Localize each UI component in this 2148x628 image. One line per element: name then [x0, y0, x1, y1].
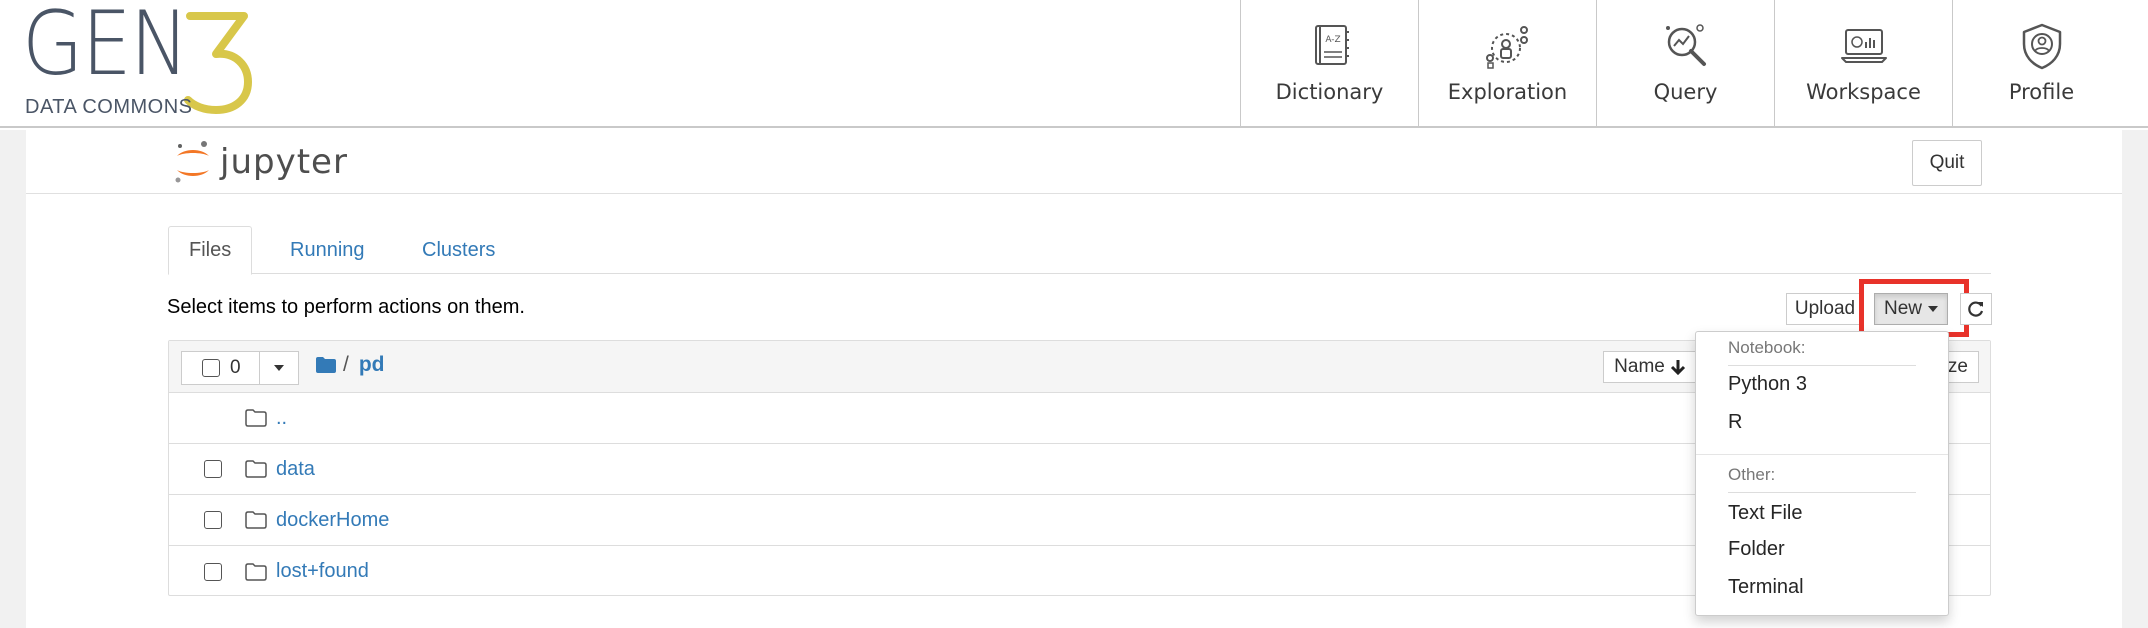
breadcrumb-separator: /	[343, 353, 349, 376]
nav-label-workspace: Workspace	[1806, 80, 1921, 104]
menu-header-notebook: Notebook:	[1728, 338, 1806, 357]
page-gutter-left	[0, 130, 26, 628]
selected-count: 0	[230, 357, 241, 378]
nav-profile[interactable]: Profile	[1952, 0, 2130, 128]
nav-exploration[interactable]: Exploration	[1418, 0, 1596, 128]
item-checkbox[interactable]	[204, 511, 222, 529]
svg-text:A-Z: A-Z	[1325, 35, 1340, 45]
query-magnifier-icon	[1665, 24, 1706, 66]
select-hint-text: Select items to perform actions on them.	[167, 296, 525, 318]
jupyter-logo-icon	[175, 141, 209, 183]
logo-gen-text: GEN	[22, 0, 189, 95]
sort-size-label: ze	[1947, 356, 1968, 377]
list-item-name[interactable]: dockerHome	[276, 509, 389, 532]
sort-name-label: Name	[1614, 356, 1665, 377]
folder-icon	[245, 460, 267, 478]
menu-item-python3[interactable]: Python 3	[1728, 373, 1807, 396]
refresh-icon	[1968, 301, 1984, 317]
menu-item-terminal[interactable]: Terminal	[1728, 576, 1804, 599]
page-gutter-right	[2122, 130, 2148, 628]
nav-dictionary[interactable]: A-Z Dictionary	[1240, 0, 1418, 128]
folder-icon	[245, 409, 267, 427]
gen3-header: GEN DATA COMMONS A-Z Dictionary Explorat…	[0, 0, 2148, 128]
dashboard-tabs: Files Running Clusters	[168, 226, 1991, 275]
menu-item-text-file[interactable]: Text File	[1728, 502, 1802, 525]
logo-three-mark	[184, 12, 252, 114]
nav-query[interactable]: Query	[1596, 0, 1774, 128]
item-checkbox[interactable]	[204, 562, 222, 581]
nav-label-query: Query	[1653, 80, 1718, 104]
breadcrumb-dir[interactable]: pd	[359, 353, 385, 377]
item-checkbox[interactable]	[204, 460, 222, 478]
dictionary-book-icon: A-Z	[1314, 25, 1349, 65]
select-menu-toggle[interactable]	[260, 352, 298, 384]
jupyter-logo-text: jupyter	[220, 142, 348, 182]
new-button-highlight	[1859, 279, 1969, 337]
exploration-icon	[1485, 26, 1528, 69]
profile-shield-icon	[2022, 23, 2061, 70]
workspace-laptop-icon	[1840, 29, 1887, 63]
nav-label-dictionary: Dictionary	[1275, 80, 1384, 104]
folder-icon	[245, 562, 267, 581]
tab-running[interactable]: Running	[270, 226, 385, 274]
menu-item-folder[interactable]: Folder	[1728, 538, 1785, 561]
upload-button[interactable]: Upload	[1786, 293, 1864, 325]
menu-divider	[1696, 454, 1948, 455]
select-all-checkbox[interactable]	[202, 359, 220, 377]
top-nav: A-Z Dictionary Exploration Query Workspa…	[1240, 0, 2130, 128]
jupyter-logo[interactable]: jupyter	[174, 138, 348, 186]
gen3-logo[interactable]: GEN DATA COMMONS	[22, 0, 262, 120]
jupyter-header: jupyter Quit	[26, 130, 2122, 194]
menu-header-other: Other:	[1728, 465, 1776, 484]
nav-label-profile: Profile	[2008, 80, 2075, 104]
sort-by-name-button[interactable]: Name	[1603, 351, 1697, 383]
logo-subtitle: DATA COMMONS	[25, 96, 193, 118]
nav-workspace[interactable]: Workspace	[1774, 0, 1952, 128]
menu-item-r[interactable]: R	[1728, 411, 1742, 434]
select-all-group: 0	[181, 351, 299, 385]
nav-label-exploration: Exploration	[1447, 80, 1568, 104]
select-all-toggle[interactable]: 0	[182, 352, 260, 384]
list-item-name[interactable]: lost+found	[276, 560, 369, 583]
list-item-name[interactable]: data	[276, 458, 315, 481]
menu-rule	[1728, 492, 1916, 493]
refresh-button[interactable]	[1960, 293, 1992, 325]
tab-clusters[interactable]: Clusters	[402, 226, 515, 274]
folder-icon	[245, 511, 267, 529]
tab-files[interactable]: Files	[168, 226, 253, 275]
new-dropdown-menu: Notebook: Python 3 R Other: Text File Fo…	[1695, 331, 1949, 616]
menu-rule	[1728, 365, 1916, 366]
breadcrumb: / pd	[315, 353, 385, 377]
quit-button[interactable]: Quit	[1912, 140, 1982, 186]
chevron-down-icon	[274, 365, 284, 371]
arrow-down-icon	[1670, 360, 1685, 375]
list-item-name[interactable]: ..	[276, 407, 287, 430]
folder-root-icon[interactable]	[315, 356, 337, 374]
